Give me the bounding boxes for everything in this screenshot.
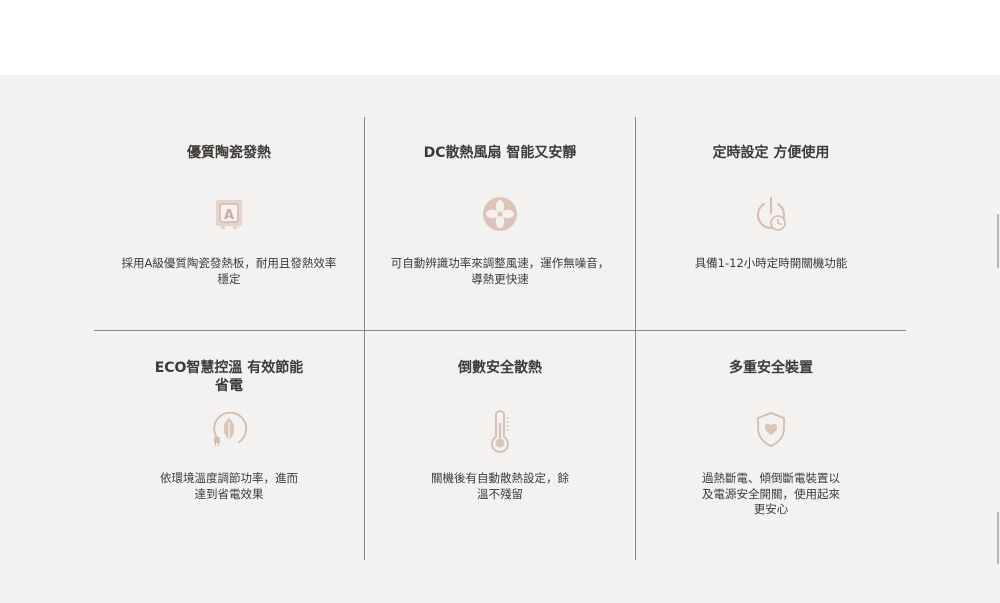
feature-title: DC散熱風扇 智能又安靜 — [423, 145, 577, 161]
description-line: 採用A級優質陶瓷發熱板，耐用且發熱效率 — [121, 256, 337, 270]
title-line: ECO智慧控溫 有效節能 — [154, 360, 304, 376]
feature-description: 關機後有自動散熱設定，餘 溫不殘留 — [365, 471, 635, 502]
title-line: 省電 — [215, 378, 243, 394]
description-line: 關機後有自動散熱設定，餘 — [431, 471, 569, 485]
eco-leaf-plug-icon — [209, 409, 249, 449]
description-line: 導熱更快速 — [471, 271, 529, 286]
scrollbar-thumb[interactable] — [997, 512, 999, 564]
divider-horizontal — [94, 330, 906, 331]
description-line: 達到省電效果 — [194, 486, 264, 501]
ceramic-plate-icon: A — [209, 194, 249, 234]
description-line: 溫不殘留 — [477, 486, 523, 501]
feature-description: 具備1-12小時定時開關機功能 — [636, 256, 906, 272]
feature-ceramic-heating: 優質陶瓷發熱 A 採用A級優質陶瓷發熱板，耐用且發熱效率 穩定 — [94, 144, 364, 287]
top-blank-area — [0, 0, 1000, 75]
description-line: 及電源安全開關，使用起來 — [702, 486, 840, 501]
thermometer-icon — [480, 409, 520, 453]
features-grid: 優質陶瓷發熱 A 採用A級優質陶瓷發熱板，耐用且發熱效率 穩定 DC散熱風扇 智… — [94, 117, 906, 560]
description-line: 具備1-12小時定時開關機功能 — [694, 256, 848, 270]
svg-text:A: A — [224, 208, 234, 223]
feature-title: 優質陶瓷發熱 — [187, 145, 271, 161]
feature-timer: 定時設定 方便使用 具備1-12小時定時開關機功能 — [636, 144, 906, 272]
feature-eco: ECO智慧控溫 有效節能 省電 依環境溫度調節功率，進而 達到省電效果 — [94, 359, 364, 502]
feature-description: 採用A級優質陶瓷發熱板，耐用且發熱效率 穩定 — [94, 256, 364, 287]
feature-title: 多重安全裝置 — [729, 360, 813, 376]
feature-description: 依環境溫度調節功率，進而 達到省電效果 — [94, 471, 364, 502]
feature-title: ECO智慧控溫 有效節能 省電 — [129, 359, 329, 395]
description-line: 穩定 — [217, 271, 241, 286]
description-line: 過熱斷電、傾倒斷電裝置以 — [702, 471, 840, 485]
feature-countdown-cooling: 倒數安全散熱 關機後有自動散熱設定，餘 溫不殘留 — [365, 359, 635, 502]
scrollbar-thumb[interactable] — [997, 214, 999, 268]
shield-heart-icon — [751, 409, 791, 449]
features-panel: 優質陶瓷發熱 A 採用A級優質陶瓷發熱板，耐用且發熱效率 穩定 DC散熱風扇 智… — [0, 75, 1000, 603]
description-line: 可自動辨識功率來調整風速，運作無噪音， — [390, 256, 610, 270]
fan-icon — [480, 194, 520, 234]
feature-description: 可自動辨識功率來調整風速，運作無噪音， 導熱更快速 — [365, 256, 635, 287]
power-timer-icon — [751, 194, 791, 234]
description-line: 依環境溫度調節功率，進而 — [160, 471, 298, 485]
description-line: 更安心 — [753, 502, 789, 516]
feature-title: 倒數安全散熱 — [458, 360, 542, 376]
feature-safety-devices: 多重安全裝置 過熱斷電、傾倒斷電裝置以 及電源安全開關，使用起來 更安心 — [636, 359, 906, 518]
feature-dc-fan: DC散熱風扇 智能又安靜 可自動辨識功率來調整風速，運作無噪音， 導熱更快速 — [365, 144, 635, 287]
feature-title: 定時設定 方便使用 — [712, 145, 830, 161]
feature-description: 過熱斷電、傾倒斷電裝置以 及電源安全開關，使用起來 更安心 — [636, 471, 906, 518]
